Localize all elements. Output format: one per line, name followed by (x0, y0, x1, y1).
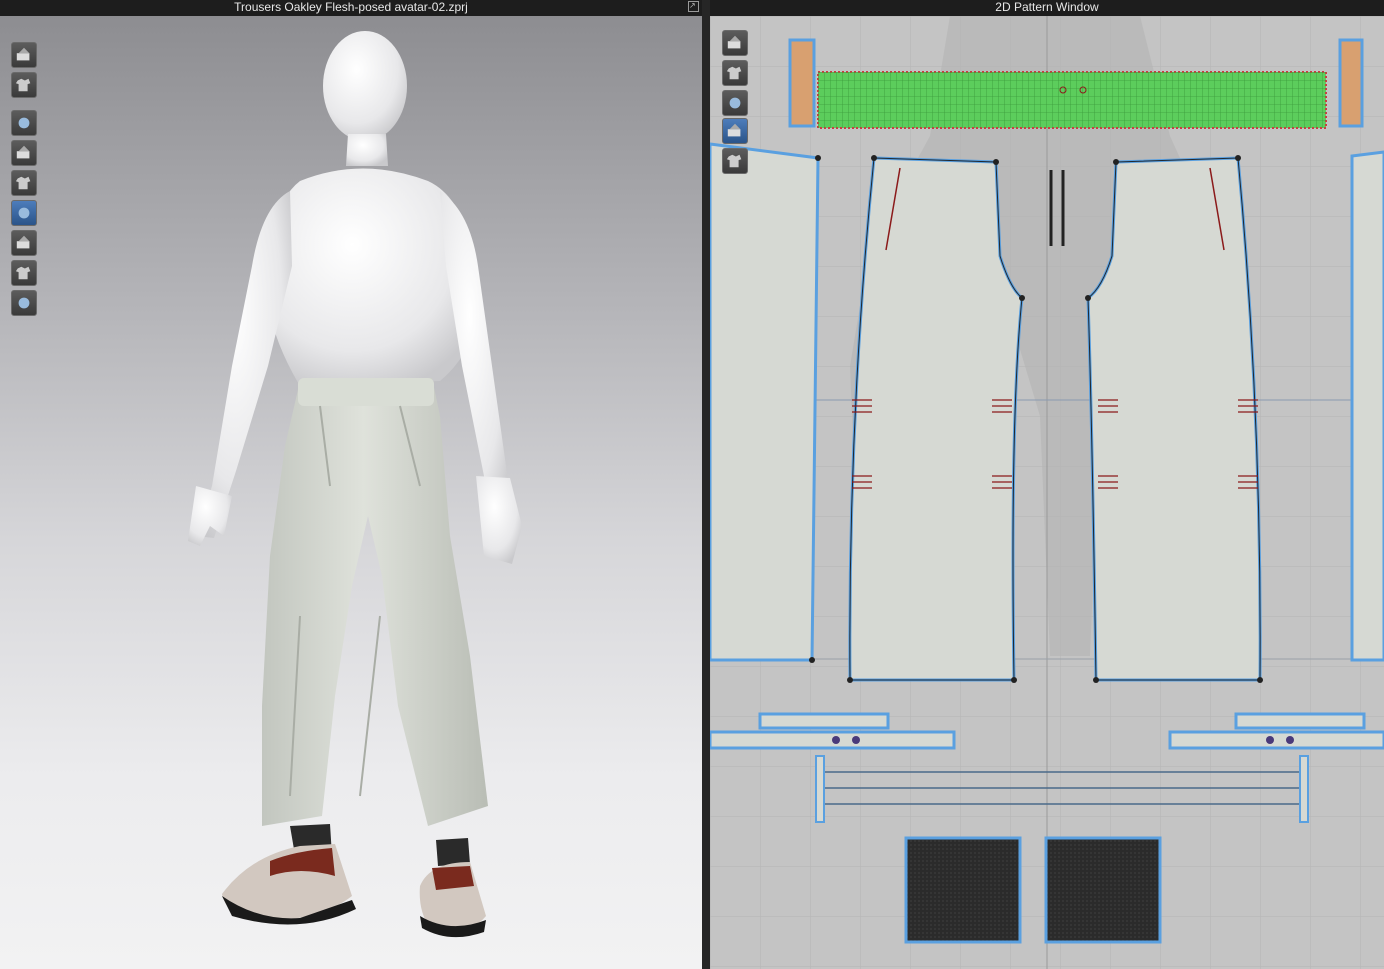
texture-display-icon[interactable] (11, 140, 37, 166)
info-icon[interactable] (722, 90, 748, 116)
pattern-piece-cuff-right-a (1234, 712, 1366, 730)
trousers-3d (262, 378, 488, 826)
avatar-render (188, 31, 522, 938)
popout-icon[interactable]: ↗ (688, 1, 699, 12)
pattern-piece-cuff-left-a (758, 712, 890, 730)
pattern-piece-front-left (848, 156, 1024, 682)
display-avatar-icon[interactable] (11, 42, 37, 68)
3d-garment-viewport[interactable] (0, 16, 702, 969)
environment-icon[interactable] (11, 290, 37, 316)
pattern-piece-side-left (710, 142, 820, 662)
pattern-window-title: 2D Pattern Window (710, 0, 1384, 16)
avatar-display-icon[interactable] (11, 170, 37, 196)
avatar-arm-left (196, 191, 292, 538)
avatar-hand-right (476, 476, 522, 564)
waistband-end-left (788, 38, 816, 128)
pattern-canvas[interactable] (710, 16, 1384, 969)
show-pattern-icon[interactable] (722, 60, 748, 86)
pattern-window-title-text: 2D Pattern Window (995, 0, 1099, 14)
lock-pattern-icon[interactable] (722, 148, 748, 174)
avatar-neck (346, 134, 388, 166)
waistband-end-right (1338, 38, 1364, 128)
2d-pattern-viewport[interactable] (710, 16, 1384, 969)
avatar-skin-icon[interactable] (11, 260, 37, 286)
pattern-piece-cuff-right-b (1168, 730, 1384, 750)
pattern-piece-pocket-right (1044, 836, 1162, 944)
pattern-piece-front-right (1086, 156, 1262, 682)
viewport-3d-title: Trousers Oakley Flesh-posed avatar-02.zp… (0, 0, 702, 16)
texture-2d-icon[interactable] (722, 118, 748, 144)
shading-icon[interactable] (11, 230, 37, 256)
pattern-piece-pocket-left (904, 836, 1022, 944)
pattern-display-icon[interactable] (722, 30, 748, 56)
show-garment-icon[interactable] (11, 72, 37, 98)
pattern-piece-side-right (1350, 150, 1384, 662)
avatar-head (323, 31, 407, 141)
garment-display-mode-icon[interactable] (11, 110, 37, 136)
fabric-display-icon[interactable] (11, 200, 37, 226)
trousers-waistband-3d (298, 378, 434, 406)
window-splitter[interactable] (702, 0, 710, 969)
